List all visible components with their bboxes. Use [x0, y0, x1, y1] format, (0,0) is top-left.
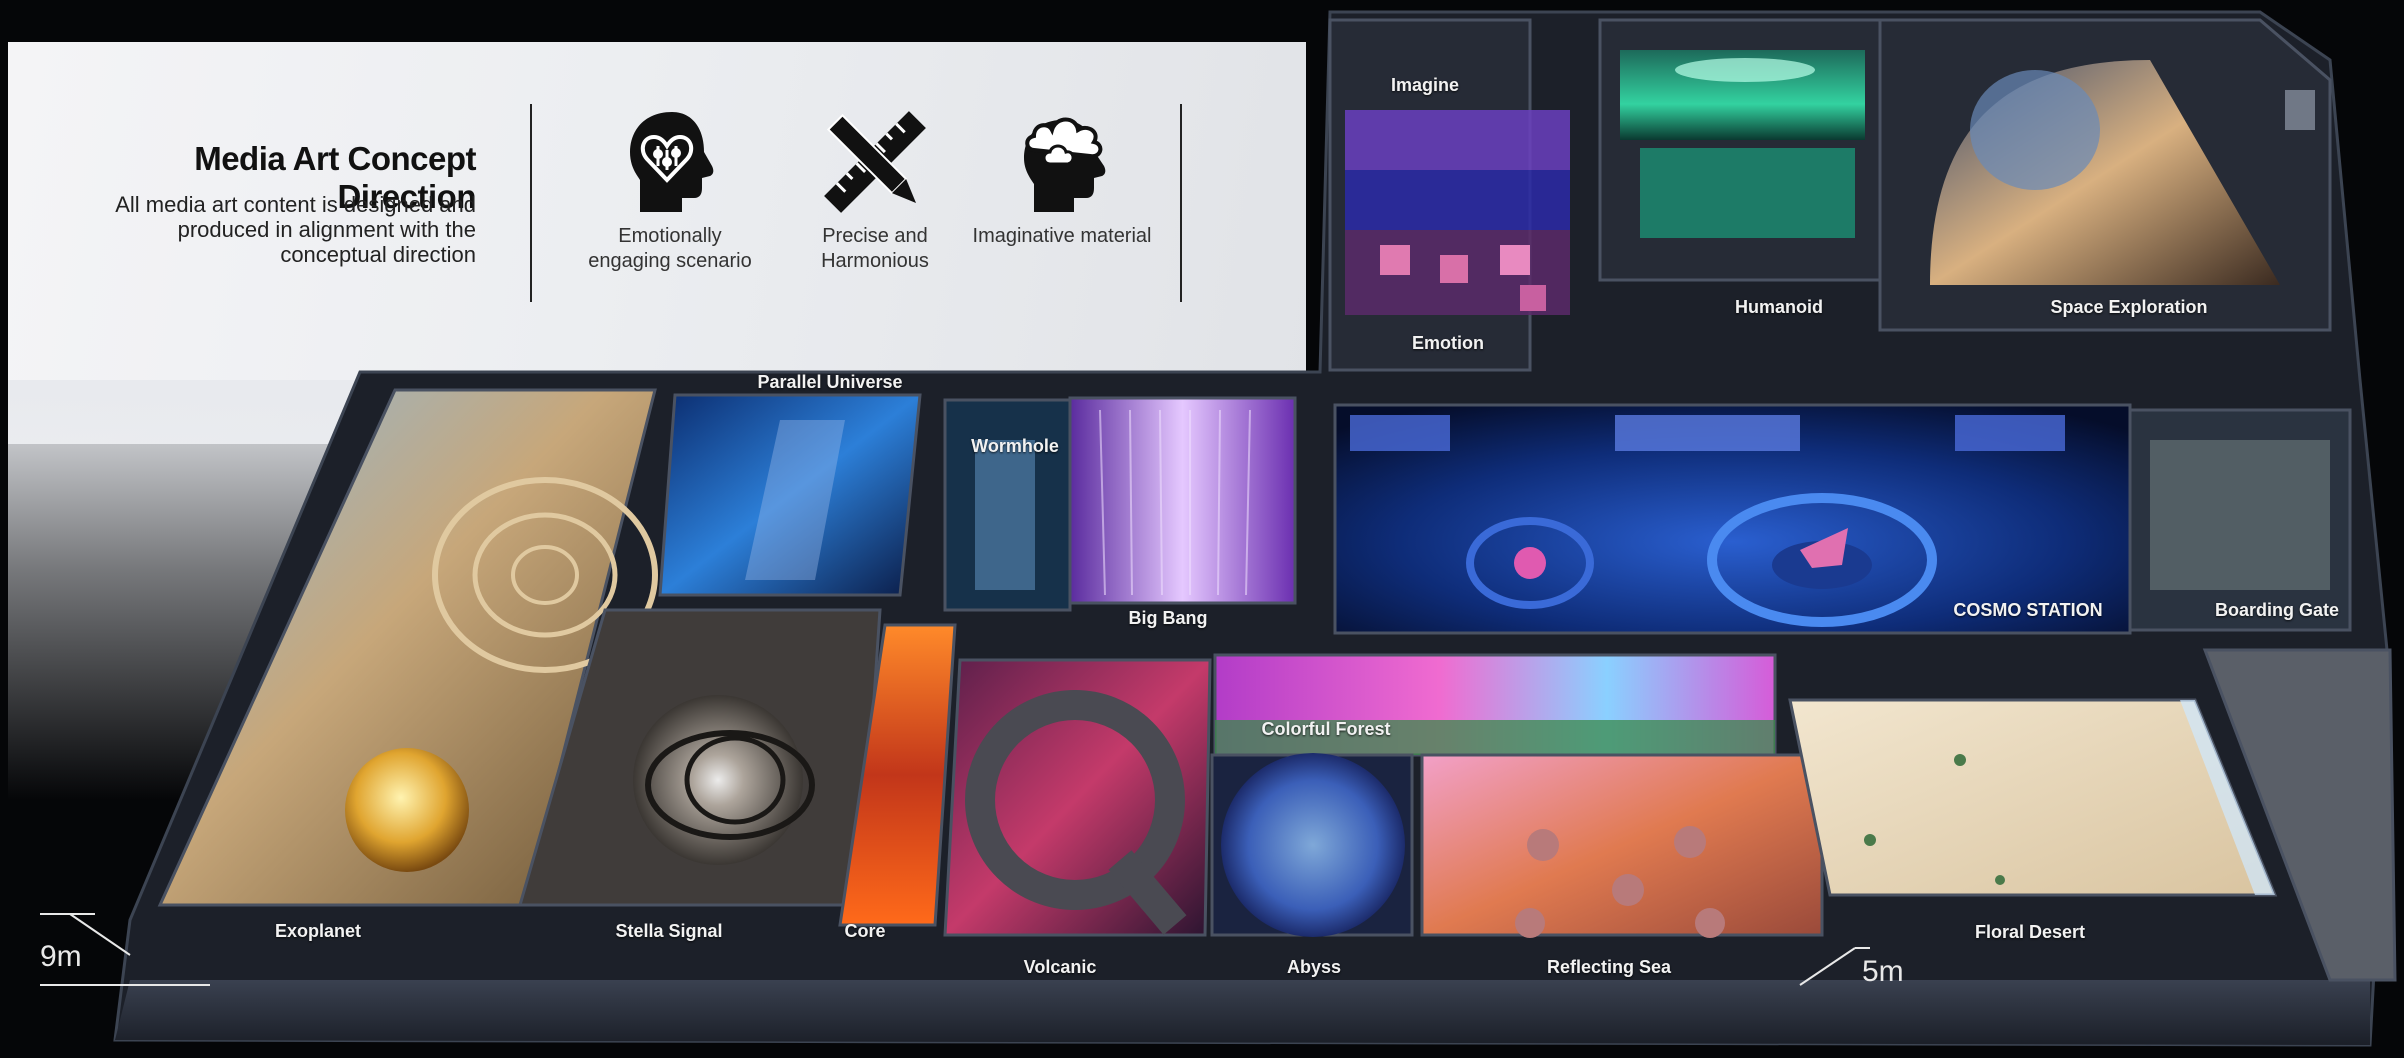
room-floral-desert — [1788, 698, 2278, 897]
room-wormhole — [943, 398, 1072, 612]
room-abyss — [1210, 753, 1414, 937]
height-scale-label: 9m — [40, 940, 82, 973]
label-volcanic: Volcanic — [1023, 957, 1097, 977]
label-core: Core — [844, 921, 886, 941]
label-parallel-universe: Parallel Universe — [757, 372, 903, 392]
label-stella-signal: Stella Signal — [615, 921, 723, 941]
room-colorful-forest — [1213, 653, 1777, 757]
label-reflecting-sea: Reflecting Sea — [1546, 957, 1672, 977]
room-cosmo-station — [1333, 403, 2132, 635]
width-scale-label: 5m — [1862, 955, 1904, 988]
label-boarding-gate: Boarding Gate — [2214, 600, 2340, 620]
label-floral-desert: Floral Desert — [1974, 922, 2086, 942]
label-wormhole: Wormhole — [971, 436, 1059, 456]
room-humanoid — [1598, 18, 1912, 282]
label-big-bang: Big Bang — [1128, 608, 1208, 628]
label-exoplanet: Exoplanet — [274, 921, 362, 941]
label-emotion: Emotion — [1412, 333, 1484, 353]
floor-plan-render — [40, 10, 2397, 1047]
room-space-exploration — [1878, 18, 2332, 332]
label-abyss: Abyss — [1286, 957, 1342, 977]
label-space-exploration: Space Exploration — [2050, 297, 2208, 317]
concept-slide: Media Art Concept Direction All media ar… — [0, 0, 2404, 1058]
label-colorful-forest: Colorful Forest — [1261, 719, 1391, 739]
room-parallel-universe — [658, 393, 922, 597]
room-volcanic — [943, 658, 1212, 937]
room-reflecting-sea — [1420, 753, 1824, 938]
label-humanoid: Humanoid — [1735, 297, 1823, 317]
room-big-bang — [1068, 396, 1297, 605]
room-boarding-gate — [2128, 408, 2352, 632]
label-cosmo-station: COSMO STATION — [1953, 600, 2103, 620]
label-imagine: Imagine — [1390, 75, 1460, 95]
